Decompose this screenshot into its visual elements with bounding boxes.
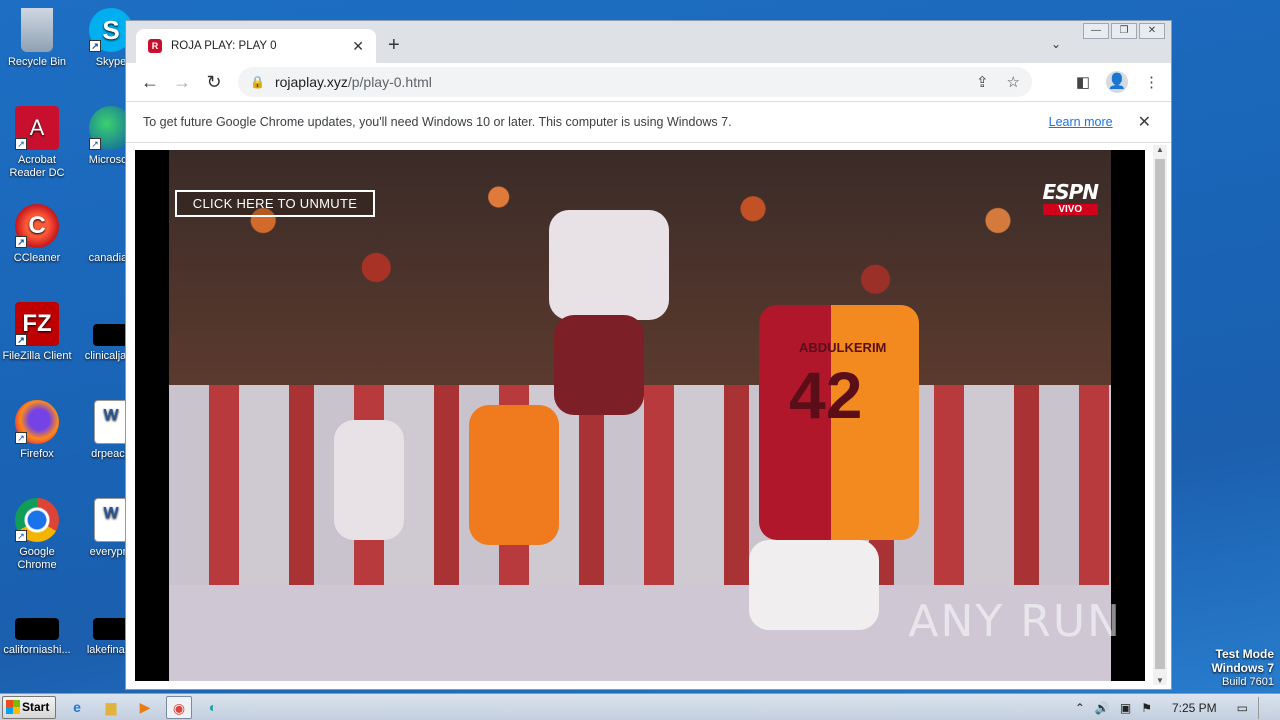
infobar-message: To get future Google Chrome updates, you… xyxy=(143,115,732,129)
footballer-left-white xyxy=(334,420,404,540)
url-text[interactable]: rojaplay.xyz/p/play-0.html xyxy=(275,74,958,90)
taskbar: Start e ▆ ▶ ◉ ◐ ⌃ 🔊 ▣ ⚑ 7:25 PM ▭ xyxy=(0,693,1280,720)
tab-search-chevron-icon[interactable]: ⌄ xyxy=(1051,37,1061,51)
desktop-icon-acrobat[interactable]: A ↗ Acrobat Reader DC xyxy=(0,106,74,180)
scrollbar-thumb[interactable] xyxy=(1155,159,1165,669)
minimize-button[interactable]: — xyxy=(1083,23,1109,39)
desktop-icon-label: FileZilla Client xyxy=(2,350,72,362)
address-bar[interactable]: 🔒 rojaplay.xyz/p/play-0.html ⇪ ☆ xyxy=(238,67,1032,97)
anyrun-watermark: ANY RUN xyxy=(908,596,1122,647)
file-icon xyxy=(93,618,129,640)
desktop-icon-ccleaner[interactable]: C ↗ CCleaner xyxy=(0,204,74,265)
tab-title: ROJA PLAY: PLAY 0 xyxy=(171,40,277,52)
system-tray: ⌃ 🔊 ▣ ⚑ 7:25 PM ▭ xyxy=(1075,694,1280,720)
show-desktop-button[interactable] xyxy=(1258,696,1272,719)
page-content: ABDULKERIM 42 CLICK HERE TO UNMUTE ESPN … xyxy=(126,143,1171,689)
lock-icon[interactable]: 🔒 xyxy=(250,75,265,89)
footballer-white-jersey xyxy=(549,210,669,320)
windows-logo-icon xyxy=(6,700,20,714)
espn-logo: ESPN VIVO xyxy=(1042,180,1099,215)
advertising-boards xyxy=(169,385,1111,585)
clock[interactable]: 7:25 PM xyxy=(1172,701,1217,715)
browser-toolbar: ← → ↻ 🔒 rojaplay.xyz/p/play-0.html ⇪ ☆ ◧… xyxy=(126,63,1171,101)
learn-more-link[interactable]: Learn more xyxy=(1049,115,1113,129)
desktop-icon-californiashi[interactable]: californiashi... xyxy=(0,596,74,657)
acrobat-icon: A ↗ xyxy=(15,106,59,150)
browser-tab[interactable]: R ROJA PLAY: PLAY 0 ✕ xyxy=(136,29,376,63)
network-icon[interactable]: ▣ xyxy=(1120,701,1131,715)
chrome-icon: ↗ xyxy=(15,498,59,542)
file-icon xyxy=(93,324,129,346)
desktop-icon-recycle-bin[interactable]: Recycle Bin xyxy=(0,8,74,69)
footballer-42-shorts xyxy=(749,540,879,630)
scroll-up-arrow-icon[interactable]: ▲ xyxy=(1153,145,1167,154)
roja-favicon-icon: R xyxy=(148,39,162,53)
footballer-shorts xyxy=(554,315,644,415)
scroll-down-arrow-icon[interactable]: ▼ xyxy=(1153,676,1167,685)
espn-wordmark: ESPN xyxy=(1042,180,1099,204)
build-line: Build 7601 xyxy=(1222,676,1274,688)
desktop-icon-label: californiashi... xyxy=(3,644,71,656)
reload-button[interactable]: ↻ xyxy=(198,72,230,93)
update-infobar: To get future Google Chrome updates, you… xyxy=(126,101,1171,143)
desktop-icon-label: CCleaner xyxy=(13,252,61,264)
menu-kebab-icon[interactable]: ⋮ xyxy=(1144,73,1159,91)
forward-button[interactable]: → xyxy=(166,72,198,93)
file-icon xyxy=(15,618,59,640)
window-caption-buttons: — ❐ ✕ xyxy=(1083,23,1165,39)
windows-version-line: Windows 7 xyxy=(1211,661,1274,675)
ccleaner-icon: C ↗ xyxy=(15,204,59,248)
taskbar-edge-icon[interactable]: ◐ xyxy=(200,696,226,719)
volume-icon[interactable]: 🔊 xyxy=(1095,701,1110,715)
test-mode-line: Test Mode xyxy=(1215,647,1274,661)
tab-close-icon[interactable]: ✕ xyxy=(352,38,364,55)
maximize-button[interactable]: ❐ xyxy=(1111,23,1137,39)
desktop-icon-firefox[interactable]: ↗ Firefox xyxy=(0,400,74,461)
action-center-flag-icon[interactable]: ⚑ xyxy=(1141,701,1152,715)
footballer-orange-jersey xyxy=(469,405,559,545)
vertical-scrollbar[interactable]: ▲ ▼ xyxy=(1153,145,1167,685)
desktop-icon-filezilla[interactable]: FZ ↗ FileZilla Client xyxy=(0,302,74,363)
back-button[interactable]: ← xyxy=(134,72,166,93)
desktop-icon-label: Firefox xyxy=(20,448,54,460)
close-window-button[interactable]: ✕ xyxy=(1139,23,1165,39)
new-tab-button[interactable]: + xyxy=(388,34,400,57)
unmute-button[interactable]: CLICK HERE TO UNMUTE xyxy=(175,190,375,217)
url-host: rojaplay.xyz xyxy=(274,74,348,90)
url-path: /p/play-0.html xyxy=(347,74,432,90)
word-document-icon: W xyxy=(94,400,128,444)
recycle-bin-icon xyxy=(21,8,53,52)
taskbar-ie-icon[interactable]: e xyxy=(64,696,90,719)
profile-avatar-icon[interactable]: 👤 xyxy=(1106,71,1128,93)
taskbar-media-player-icon[interactable]: ▶ xyxy=(132,696,158,719)
side-panel-icon[interactable]: ◧ xyxy=(1076,73,1090,91)
tray-overflow-chevron-icon[interactable]: ⌃ xyxy=(1075,701,1085,715)
jersey-name: ABDULKERIM xyxy=(799,340,887,355)
test-mode-overlay: Test Mode Windows 7 Build 7601 xyxy=(1211,647,1274,689)
share-icon[interactable]: ⇪ xyxy=(976,73,989,91)
taskbar-explorer-folder-icon[interactable]: ▆ xyxy=(98,696,124,719)
filezilla-icon: FZ ↗ xyxy=(15,302,59,346)
desktop-icon-label: Google Chrome xyxy=(17,546,57,571)
taskbar-chrome-icon[interactable]: ◉ xyxy=(166,695,192,719)
notification-icon[interactable]: ▭ xyxy=(1237,701,1248,715)
word-document-icon: W xyxy=(94,498,128,542)
start-button[interactable]: Start xyxy=(2,695,56,719)
chrome-window: — ❐ ✕ R ROJA PLAY: PLAY 0 ✕ + ⌄ ← → ↻ 🔒 … xyxy=(125,20,1172,690)
desktop-icon-label: Acrobat Reader DC xyxy=(9,154,65,179)
live-badge: VIVO xyxy=(1042,204,1098,215)
firefox-icon: ↗ xyxy=(15,400,59,444)
start-label: Start xyxy=(22,700,50,714)
jersey-number: 42 xyxy=(789,358,863,432)
infobar-close-icon[interactable]: ✕ xyxy=(1138,112,1151,132)
toolbar-right-actions: ◧ 👤 ⋮ xyxy=(1076,71,1159,93)
desktop-icon-google-chrome[interactable]: ↗ Google Chrome xyxy=(0,498,74,572)
desktop-icon-label: Recycle Bin xyxy=(7,56,67,68)
footballer-42: ABDULKERIM 42 xyxy=(759,305,919,540)
bookmark-star-icon[interactable]: ☆ xyxy=(1007,73,1020,91)
